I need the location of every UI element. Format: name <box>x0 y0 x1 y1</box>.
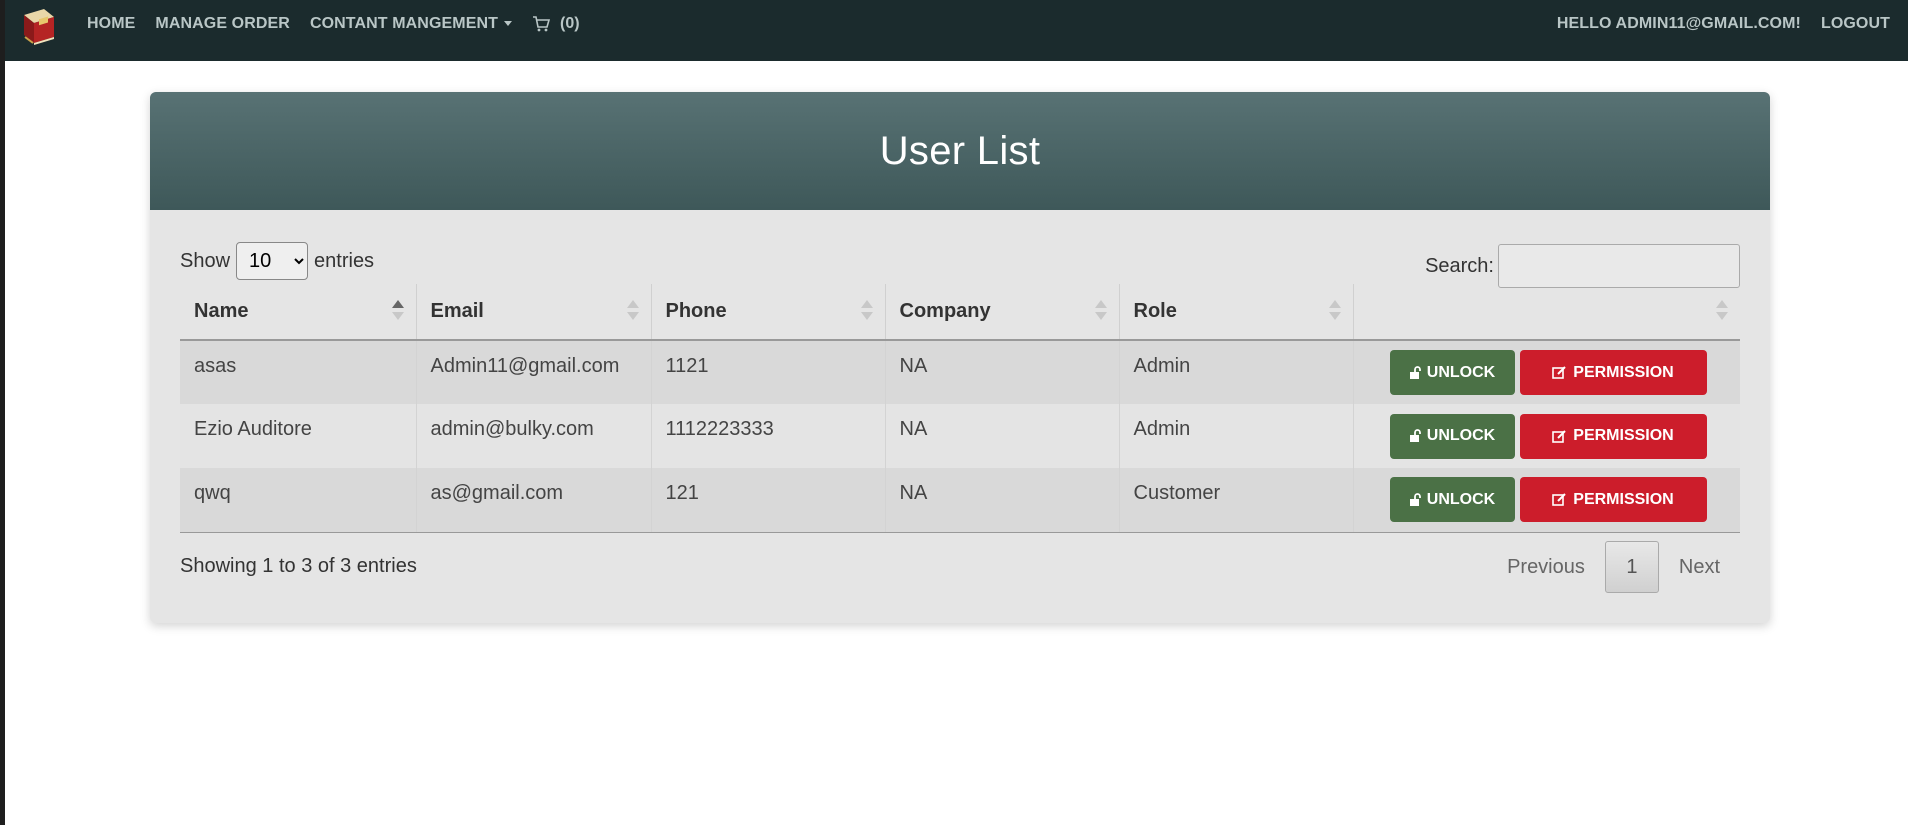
pagination-page-current[interactable]: 1 <box>1604 541 1659 593</box>
permission-button[interactable]: PERMISSION <box>1519 350 1707 395</box>
pagination-next[interactable]: Next <box>1659 556 1740 579</box>
cell-actions: UNLOCK PERMISSION <box>1353 404 1740 468</box>
unlock-label: UNLOCK <box>1426 427 1496 444</box>
search-control: Search: <box>1425 244 1740 288</box>
column-header-label: Role <box>1133 300 1177 322</box>
unlock-icon <box>1409 492 1421 506</box>
cell-phone: 1112223333 <box>651 404 886 468</box>
cell-email: admin@bulky.com <box>416 404 652 468</box>
cell-phone: 1121 <box>651 340 886 404</box>
cart-count: (0) <box>560 15 580 32</box>
search-input[interactable] <box>1498 244 1740 288</box>
cell-email: as@gmail.com <box>416 468 652 533</box>
column-header-label: Email <box>430 300 484 322</box>
sort-icon <box>860 300 873 322</box>
page-title: User List <box>879 128 1041 173</box>
chevron-down-icon <box>504 21 513 27</box>
cell-name: Ezio Auditore <box>180 404 417 468</box>
table-info: Showing 1 to 3 of 3 entries <box>180 555 417 577</box>
entries-length-control: Show 10 entries <box>180 242 374 280</box>
nav-logout-link[interactable]: LOGOUT <box>1821 15 1890 33</box>
cell-name: asas <box>180 340 417 404</box>
nav-cart-link[interactable]: (0) <box>532 15 580 33</box>
nav-content-management-label: CONTANT MANGEMENT <box>309 15 499 32</box>
navbar: HOME MANAGE ORDER CONTANT MANGEMENT (0) … <box>0 0 1908 61</box>
cell-role: Customer <box>1119 468 1354 533</box>
sort-icon <box>1328 300 1341 322</box>
column-header-role[interactable]: Role <box>1119 284 1354 341</box>
cell-company: NA <box>885 340 1120 404</box>
unlock-label: UNLOCK <box>1426 490 1496 508</box>
user-table: Name Email Phone Company Role asas Admin… <box>180 284 1740 533</box>
column-header-label: Phone <box>665 300 727 322</box>
permission-label: PERMISSION <box>1573 363 1674 381</box>
edit-icon <box>1552 493 1566 507</box>
cell-company: NA <box>885 404 1120 468</box>
cart-icon <box>533 16 551 32</box>
column-header-actions[interactable] <box>1353 284 1740 341</box>
column-header-company[interactable]: Company <box>885 284 1120 341</box>
window-left-edge <box>0 0 5 825</box>
search-label: Search: <box>1425 254 1494 277</box>
card-header: User List <box>150 92 1770 210</box>
cell-email: Admin11@gmail.com <box>416 340 652 404</box>
book-logo-icon[interactable] <box>20 5 58 47</box>
nav-content-management-dropdown[interactable]: CONTANT MANGEMENT <box>309 15 513 33</box>
show-label: Show <box>180 249 231 272</box>
pagination-previous[interactable]: Previous <box>1487 556 1605 579</box>
user-list-card: User List Show 10 entries Search: Name E… <box>150 92 1770 623</box>
column-header-phone[interactable]: Phone <box>651 284 886 341</box>
column-header-label: Name <box>194 300 249 322</box>
sort-icon <box>1716 300 1728 322</box>
table-header-row: Name Email Phone Company Role <box>180 284 1740 341</box>
unlock-label: UNLOCK <box>1426 363 1496 381</box>
sort-ascending-icon <box>391 300 404 322</box>
nav-user-greeting-link[interactable]: HELLO ADMIN11@GMAIL.COM! <box>1557 15 1801 33</box>
cell-role: Admin <box>1119 340 1354 404</box>
sort-icon <box>626 300 639 322</box>
nav-manage-order-link[interactable]: MANAGE ORDER <box>155 15 290 33</box>
permission-button[interactable]: PERMISSION <box>1519 413 1707 459</box>
unlock-button[interactable]: UNLOCK <box>1389 477 1515 523</box>
sort-icon <box>1094 300 1107 322</box>
column-header-label: Company <box>899 300 991 322</box>
unlock-icon <box>1409 365 1421 379</box>
permission-label: PERMISSION <box>1573 427 1674 444</box>
pagination: Previous 1 Next <box>1487 541 1740 593</box>
edit-icon <box>1552 429 1566 443</box>
unlock-icon <box>1409 429 1421 442</box>
cell-actions: UNLOCK PERMISSION <box>1353 340 1740 404</box>
unlock-button[interactable]: UNLOCK <box>1389 413 1515 459</box>
table-controls: Show 10 entries Search: <box>180 242 1740 288</box>
entries-select[interactable]: 10 <box>236 242 309 280</box>
cell-name: qwq <box>180 468 417 533</box>
cell-role: Admin <box>1119 404 1354 468</box>
entries-label: entries <box>314 249 375 272</box>
permission-label: PERMISSION <box>1573 490 1674 508</box>
edit-icon <box>1552 366 1566 379</box>
table-row: Ezio Auditore admin@bulky.com 1112223333… <box>180 404 1740 468</box>
table-row: asas Admin11@gmail.com 1121 NA Admin UNL… <box>180 340 1740 404</box>
page: HOME MANAGE ORDER CONTANT MANGEMENT (0) … <box>0 0 1908 825</box>
column-header-name[interactable]: Name <box>180 284 417 341</box>
permission-button[interactable]: PERMISSION <box>1519 477 1707 523</box>
column-header-email[interactable]: Email <box>416 284 652 341</box>
unlock-button[interactable]: UNLOCK <box>1389 350 1515 395</box>
nav-home-link[interactable]: HOME <box>87 15 135 33</box>
cell-company: NA <box>885 468 1120 533</box>
table-row: qwq as@gmail.com 121 NA Customer UNLOCK <box>180 468 1740 533</box>
cell-actions: UNLOCK PERMISSION <box>1353 468 1740 533</box>
cell-phone: 121 <box>651 468 886 533</box>
